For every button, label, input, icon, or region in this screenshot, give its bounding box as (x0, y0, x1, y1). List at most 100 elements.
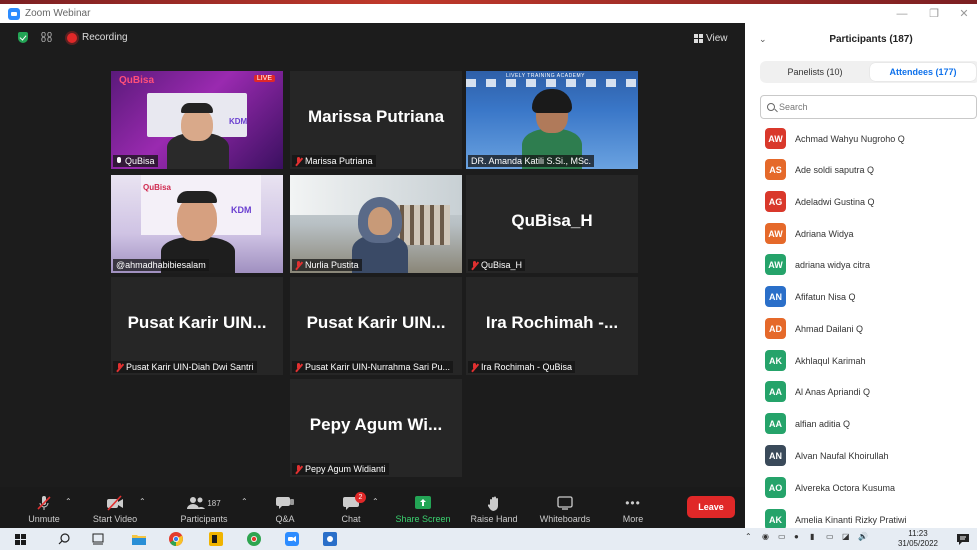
share-screen-button[interactable]: Share Screen (392, 487, 454, 528)
tray-app-icon[interactable]: ▮ (810, 532, 814, 541)
participants-icon: 187 (187, 495, 221, 511)
list-item[interactable]: AG Adeladwi Gustina Q (745, 186, 977, 217)
avatar: AG (765, 191, 786, 212)
list-item[interactable]: AK Akhlaqul Karimah (745, 345, 977, 376)
view-label: View (706, 32, 728, 44)
video-tile-qubisa-h[interactable]: QuBisa_H QuBisa_H (466, 175, 638, 273)
more-dots-icon: ••• (625, 496, 641, 510)
video-tile-ira-rochimah[interactable]: Ira Rochimah -... Ira Rochimah - QuBisa (466, 277, 638, 375)
whiteboards-button[interactable]: Whiteboards (534, 487, 596, 528)
mic-muted-icon (295, 464, 302, 474)
chrome-icon[interactable] (168, 531, 184, 547)
whiteboard-icon (557, 495, 573, 511)
attendee-name: Alvereka Octora Kusuma (795, 482, 896, 493)
brand-logo-text: QuBisa (143, 183, 172, 192)
file-explorer-icon[interactable] (131, 531, 147, 547)
list-item[interactable]: AO Alvereka Octora Kusuma (745, 472, 977, 503)
raise-hand-icon (488, 495, 500, 511)
leave-button[interactable]: Leave (687, 496, 735, 518)
chrome-profile-icon[interactable] (246, 531, 262, 547)
mic-muted-icon (36, 495, 52, 511)
list-item[interactable]: AS Ade soldi saputra Q (745, 154, 977, 185)
security-shield-icon[interactable] (18, 32, 28, 43)
clock-date: 31/05/2022 (897, 539, 939, 548)
attendee-name: Ade soldi saputra Q (795, 164, 875, 175)
wifi-icon[interactable]: ◪ (842, 532, 850, 541)
video-tile-marissa[interactable]: Marissa Putriana Marissa Putriana (290, 71, 462, 169)
search-icon[interactable] (56, 531, 72, 547)
video-tile-ahmadhabibiesalam[interactable]: QuBisa KDM @ahmadhabibiesalam (111, 175, 283, 273)
view-button[interactable]: View (694, 29, 738, 47)
search-input[interactable] (779, 102, 959, 112)
maximize-button[interactable]: ❐ (920, 4, 948, 23)
recording-label: Recording (82, 32, 128, 43)
mic-muted-icon (116, 362, 123, 372)
video-tile-pepy-agum[interactable]: Pepy Agum Wi... Pepy Agum Widianti (290, 379, 462, 477)
avatar: AA (765, 381, 786, 402)
sticky-app-icon[interactable] (208, 531, 224, 547)
task-view-icon[interactable] (90, 531, 106, 547)
battery-icon[interactable]: ▭ (826, 532, 834, 541)
attendee-name: alfian aditia Q (795, 418, 851, 429)
tray-app-icon[interactable]: ● (794, 532, 799, 541)
list-item[interactable]: AW Adriana Widya (745, 218, 977, 249)
qa-icon (276, 495, 294, 511)
notifications-icon[interactable] (955, 531, 971, 547)
qa-label: Q&A (275, 514, 295, 524)
video-tile-qubisa[interactable]: QuBisa LIVE KDM QuBisa (111, 71, 283, 169)
tab-panelists[interactable]: Panelists (10) (762, 63, 868, 81)
show-hidden-icons-icon[interactable]: ⌃ (745, 532, 752, 541)
list-item[interactable]: AW Achmad Wahyu Nugroho Q (745, 123, 977, 154)
grid-view-icon (694, 33, 703, 43)
tile-big-name: Ira Rochimah -... (485, 313, 619, 332)
video-tile-pusat-karir-nurrahma[interactable]: Pusat Karir UIN... Pusat Karir UIN-Nurra… (290, 277, 462, 375)
list-item[interactable]: AA Al Anas Apriandi Q (745, 376, 977, 407)
tile-name-tag: QuBisa_H (468, 259, 526, 271)
live-badge: LIVE (253, 75, 275, 82)
raise-hand-button[interactable]: Raise Hand (468, 487, 520, 528)
tile-big-name: Pusat Karir UIN... (127, 313, 267, 332)
avatar: AO (765, 477, 786, 498)
list-item[interactable]: AN Alvan Naufal Khoirullah (745, 440, 977, 471)
volume-icon[interactable]: 🔊 (858, 532, 868, 541)
list-item[interactable]: AD Ahmad Dailani Q (745, 313, 977, 344)
chat-button[interactable]: 2 Chat (334, 487, 368, 528)
participants-button[interactable]: 187 Participants (176, 487, 232, 528)
video-tile-nurlia[interactable]: Nurlia Pustita (290, 175, 462, 273)
taskbar-clock[interactable]: 11:23 31/05/2022 (894, 529, 942, 549)
participants-options-chevron-icon[interactable]: ⌃ (241, 497, 248, 506)
tab-attendees[interactable]: Attendees (177) (870, 63, 976, 81)
start-video-button[interactable]: Start Video (88, 487, 142, 528)
app-icon[interactable] (322, 531, 338, 547)
tray-app-icon[interactable]: ◉ (762, 532, 769, 541)
meeting-toolbar: Unmute ⌃ Start Video ⌃ 187 Participants … (0, 487, 745, 528)
mic-muted-icon (471, 260, 478, 270)
avatar: AN (765, 445, 786, 466)
qa-button[interactable]: Q&A (268, 487, 302, 528)
chat-options-chevron-icon[interactable]: ⌃ (372, 497, 379, 506)
panel-title: Participants (187) (829, 34, 913, 45)
video-tile-pusat-karir-diah[interactable]: Pusat Karir UIN... Pusat Karir UIN-Diah … (111, 277, 283, 375)
audio-options-chevron-icon[interactable]: ⌃ (65, 497, 72, 506)
tray-app-icon[interactable]: ▭ (778, 532, 786, 541)
list-item[interactable]: AN Afifatun Nisa Q (745, 281, 977, 312)
tile-name-tag: @ahmadhabibiesalam (113, 259, 209, 271)
list-item[interactable]: AW adriana widya citra (745, 249, 977, 280)
chat-icon: 2 (343, 492, 366, 511)
list-item[interactable]: AA alfian aditia Q (745, 408, 977, 439)
unmute-button[interactable]: Unmute (18, 487, 70, 528)
close-window-button[interactable]: ✕ (950, 4, 977, 23)
video-options-chevron-icon[interactable]: ⌃ (139, 497, 146, 506)
chat-unread-badge: 2 (355, 492, 366, 503)
kdm-logo: KDM (231, 205, 252, 215)
participant-search[interactable] (760, 95, 977, 119)
zoom-taskbar-icon[interactable] (284, 531, 300, 547)
mic-muted-icon (295, 156, 302, 166)
attendee-name: Al Anas Apriandi Q (795, 386, 871, 397)
meeting-info-icon[interactable]: oo oo (41, 30, 53, 44)
more-button[interactable]: ••• More (614, 487, 652, 528)
tile-name-tag: DR. Amanda Katili S.Si., MSc. (468, 155, 595, 167)
windows-start-icon[interactable] (12, 531, 28, 547)
minimize-button[interactable]: — (888, 4, 916, 23)
video-tile-amanda[interactable]: LIVELY TRAINING ACADEMY DR. Amanda Katil… (466, 71, 638, 169)
